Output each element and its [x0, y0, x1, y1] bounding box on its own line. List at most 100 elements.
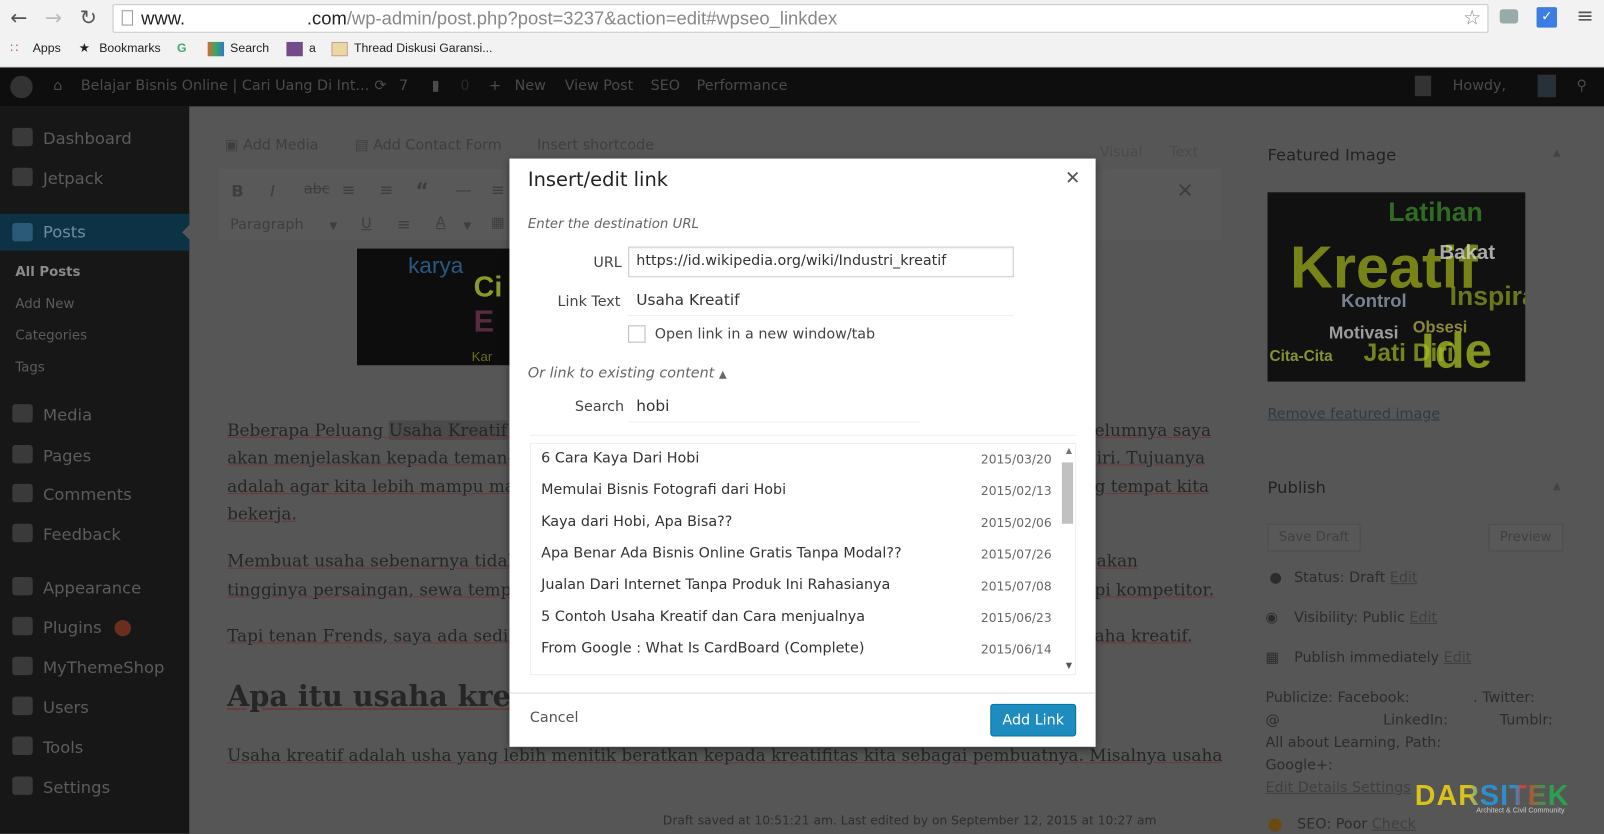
save-draft-button[interactable]: Save Draft: [1267, 523, 1361, 552]
search-result-item[interactable]: 6 Cara Kaya Dari Hobi 2015/03/20: [531, 444, 1058, 476]
sidebar-item-tools[interactable]: Tools: [0, 736, 189, 761]
collapse-icon[interactable]: ▲: [1553, 481, 1561, 492]
sidebar-item-appearance[interactable]: Appearance: [0, 576, 189, 601]
address-bar[interactable]: www. .com/wp-admin/post.php?post=3237&ac…: [112, 4, 1489, 33]
sidebar-item-pages[interactable]: Pages: [0, 445, 189, 469]
scroll-up-icon[interactable]: ▲: [1066, 446, 1072, 455]
sidebar-item-feedback[interactable]: Feedback: [0, 523, 189, 548]
extension-check-icon[interactable]: ✓: [1536, 7, 1558, 28]
collapse-icon[interactable]: ▲: [1553, 147, 1561, 158]
scrollbar[interactable]: [1061, 462, 1074, 524]
wordpress-logo-icon[interactable]: [10, 75, 33, 99]
reload-icon[interactable]: ↻: [80, 5, 97, 30]
tab-text[interactable]: Text: [1169, 144, 1198, 160]
sidebar-item-mythemeshop[interactable]: MyThemeShop: [0, 656, 189, 681]
justify-icon[interactable]: ≡: [397, 215, 411, 234]
status-row: Status: Draft Edit: [1294, 569, 1418, 587]
search-result-item[interactable]: Apa Benar Ada Bisnis Online Gratis Tanpa…: [531, 539, 1058, 571]
scroll-down-icon[interactable]: ▼: [1066, 661, 1072, 670]
comments-icon: [12, 483, 33, 503]
sidebar-item-posts[interactable]: Posts: [0, 213, 191, 251]
search-result-item[interactable]: 5 Contoh Usaha Kreatif dan Cara menjualn…: [531, 603, 1058, 635]
bold-icon[interactable]: B: [231, 181, 243, 200]
bookmark-google[interactable]: G: [177, 41, 187, 55]
menu-icon[interactable]: ≡: [1576, 3, 1593, 28]
sidebar-item-plugins[interactable]: Plugins: [0, 616, 189, 641]
sidebar-item-users[interactable]: Users: [0, 696, 189, 721]
text-color-icon[interactable]: A: [436, 215, 446, 231]
search-result-item[interactable]: Jualan Dari Internet Tanpa Produk Ini Ra…: [531, 571, 1058, 603]
blockquote-icon[interactable]: “: [415, 178, 428, 203]
back-icon[interactable]: ←: [10, 5, 27, 30]
remove-featured-image-link[interactable]: Remove featured image: [1267, 406, 1440, 422]
edit-visibility-link[interactable]: Edit: [1409, 610, 1437, 626]
bookmark-search[interactable]: Search: [230, 41, 269, 55]
chevron-down-icon[interactable]: ▼: [329, 221, 337, 232]
sidebar-item-tags[interactable]: Tags: [0, 360, 189, 383]
tab-visual[interactable]: Visual: [1100, 144, 1143, 160]
search-result-item[interactable]: Kaya dari Hobi, Apa Bisa?? 2015/02/06: [531, 507, 1058, 539]
sidebar-item-all-posts[interactable]: All Posts: [0, 265, 189, 288]
sidebar-item-comments[interactable]: Comments: [0, 483, 189, 508]
performance-link[interactable]: Performance: [697, 78, 788, 94]
add-link-button[interactable]: Add Link: [990, 703, 1077, 737]
sidebar-item-settings[interactable]: Settings: [0, 776, 189, 800]
seo-link[interactable]: SEO: [651, 78, 680, 94]
search-icon[interactable]: ⚲: [1576, 78, 1587, 94]
site-name-link[interactable]: Belajar Bisnis Online | Cari Uang Di Int…: [81, 78, 369, 94]
italic-icon[interactable]: I: [270, 181, 275, 200]
form-icon: ▤: [354, 137, 374, 154]
sidebar-item-categories[interactable]: Categories: [0, 328, 189, 351]
seo-check-link[interactable]: Check: [1372, 816, 1416, 832]
strikethrough-icon[interactable]: abc: [304, 181, 330, 197]
horizontal-line-icon[interactable]: —: [455, 180, 471, 199]
bookmark-apps[interactable]: Apps: [33, 41, 61, 55]
sidebar-item-dashboard[interactable]: Dashboard: [0, 127, 189, 152]
underline-icon[interactable]: U: [361, 216, 371, 232]
existing-content-toggle[interactable]: Or link to existing content ▲: [528, 365, 727, 381]
post-image[interactable]: karya Ci E Kar: [357, 248, 510, 366]
add-media-button[interactable]: ▣ Add Media: [225, 137, 318, 153]
insert-shortcode-button[interactable]: Insert shortcode: [537, 137, 654, 153]
bullet-list-icon[interactable]: ≡: [342, 180, 356, 199]
updates-icon[interactable]: ⟳: [374, 78, 386, 94]
star-icon[interactable]: ☆: [1463, 5, 1481, 30]
fullscreen-icon[interactable]: ✕: [1176, 178, 1193, 203]
color-chevron-icon[interactable]: ▼: [463, 221, 471, 232]
edit-details-settings-link[interactable]: Edit Details Settings: [1265, 780, 1410, 796]
sidebar-item-add-new[interactable]: Add New: [0, 297, 189, 320]
numbered-list-icon[interactable]: ≡: [380, 180, 394, 199]
sidebar-item-jetpack[interactable]: Jetpack: [0, 167, 189, 192]
new-tab-label[interactable]: Open link in a new window/tab: [655, 326, 875, 342]
preview-button[interactable]: Preview: [1488, 523, 1563, 552]
avatar[interactable]: [1414, 75, 1432, 97]
edit-status-link[interactable]: Edit: [1390, 570, 1418, 586]
sidebar-item-media[interactable]: Media: [0, 404, 189, 428]
format-select[interactable]: Paragraph: [230, 217, 303, 233]
search-result-item[interactable]: Memulai Bisnis Fotografi dari Hobi 2015/0…: [531, 476, 1058, 508]
comment-icon[interactable]: ▮: [432, 78, 440, 94]
view-post-link[interactable]: View Post: [565, 78, 634, 94]
camera-icon[interactable]: [1499, 9, 1519, 24]
admin-bar: ⌂ Belajar Bisnis Online | Cari Uang Di I…: [0, 67, 1604, 107]
new-tab-checkbox[interactable]: [628, 325, 646, 343]
search-result-item[interactable]: From Google : What Is CardBoard (Complet…: [531, 634, 1058, 666]
link-text-input[interactable]: Usaha Kreatif: [628, 285, 1014, 317]
featured-image[interactable]: LatihanKreatifBakatInspirasKontrolMotiva…: [1267, 192, 1526, 382]
add-contact-form-button[interactable]: ▤ Add Contact Form: [355, 137, 502, 153]
close-icon[interactable]: ✕: [1065, 168, 1080, 189]
howdy-text[interactable]: Howdy,: [1453, 78, 1506, 94]
forward-icon[interactable]: →: [45, 5, 62, 30]
search-input[interactable]: hobi: [628, 392, 921, 423]
align-icon[interactable]: ≡: [491, 180, 505, 199]
bookmark-a[interactable]: a: [309, 41, 316, 55]
edit-schedule-link[interactable]: Edit: [1444, 650, 1472, 666]
cancel-link[interactable]: Cancel: [530, 710, 579, 726]
url-input[interactable]: https://id.wikipedia.org/wiki/Industri_k…: [628, 246, 1014, 278]
notifications-icon[interactable]: [1537, 74, 1556, 98]
bookmark-thread[interactable]: Thread Diskusi Garansi...: [354, 41, 493, 55]
plus-icon: +: [488, 77, 501, 95]
bookmark-bookmarks[interactable]: Bookmarks: [99, 41, 160, 55]
new-link[interactable]: New: [515, 78, 546, 94]
paste-icon[interactable]: ▦: [491, 215, 505, 231]
